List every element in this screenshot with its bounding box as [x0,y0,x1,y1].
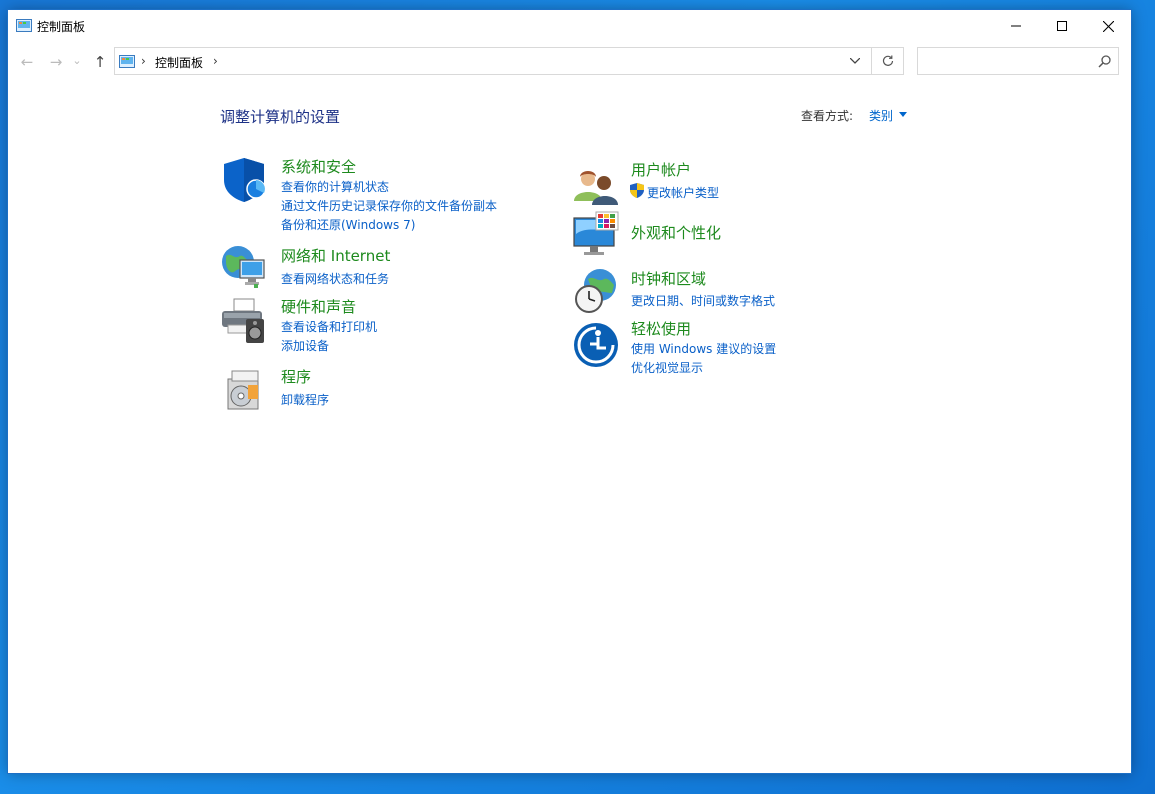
link-change-date-time-format[interactable]: 更改日期、时间或数字格式 [631,292,775,309]
view-by-label: 查看方式: [801,109,854,123]
uac-shield-icon [630,183,644,198]
category-system-security[interactable]: 系统和安全 [281,156,356,177]
link-view-computer-status[interactable]: 查看你的计算机状态 [281,178,389,195]
close-button[interactable] [1085,10,1131,42]
category-programs[interactable]: 程序 [281,366,311,387]
network-globe-icon[interactable] [220,242,268,290]
category-ease-of-access[interactable]: 轻松使用 [631,318,691,339]
link-uninstall-program[interactable]: 卸载程序 [281,391,329,408]
title-bar[interactable]: 控制面板 [8,10,1131,42]
up-button[interactable]: ↑ [90,52,110,72]
printer-speaker-icon[interactable] [220,297,268,345]
category-hardware-sound[interactable]: 硬件和声音 [281,296,356,317]
category-appearance-personalization[interactable]: 外观和个性化 [631,222,721,243]
refresh-button[interactable] [871,48,904,74]
view-by-dropdown[interactable]: 类别 [869,107,893,124]
link-backup-restore[interactable]: 备份和还原(Windows 7) [281,216,415,233]
search-input[interactable] [917,47,1119,75]
breadcrumb-separator[interactable]: › [141,54,146,68]
link-file-history-backup[interactable]: 通过文件历史记录保存你的文件备份副本 [281,197,497,214]
category-clock-region[interactable]: 时钟和区域 [631,268,706,289]
back-button[interactable]: ← [17,52,37,72]
ease-of-access-icon[interactable] [572,321,620,369]
breadcrumb-separator[interactable]: › [213,54,218,68]
refresh-icon [882,55,894,66]
chevron-down-icon [850,58,860,64]
user-accounts-icon[interactable] [572,163,620,211]
dropdown-arrow-icon[interactable] [899,112,907,117]
maximize-button[interactable] [1039,10,1085,42]
control-panel-icon [16,19,32,32]
link-add-device[interactable]: 添加设备 [281,337,329,354]
search-icon [1098,55,1111,68]
control-panel-icon [119,55,135,68]
link-change-account-type[interactable]: 更改帐户类型 [647,184,719,201]
category-network-internet[interactable]: 网络和 Internet [281,245,390,266]
category-user-accounts[interactable]: 用户帐户 [631,159,691,180]
link-windows-recommended-settings[interactable]: 使用 Windows 建议的设置 [631,340,776,357]
link-devices-printers[interactable]: 查看设备和打印机 [281,318,377,335]
address-dropdown-button[interactable] [843,48,867,74]
recent-locations-button[interactable]: ⌄ [71,50,83,70]
maximize-icon [1057,21,1067,31]
address-row: ← → ⌄ ↑ › 控制面板 › [8,42,1131,82]
programs-icon[interactable] [220,365,268,413]
page-title: 调整计算机的设置 [220,108,341,126]
link-network-status[interactable]: 查看网络状态和任务 [281,270,389,287]
clock-region-icon[interactable] [572,267,620,315]
minimize-icon [1011,25,1021,27]
window-title: 控制面板 [37,20,86,34]
address-bar[interactable]: › 控制面板 › [114,47,904,75]
minimize-button[interactable] [993,10,1039,42]
link-optimize-visual-display[interactable]: 优化视觉显示 [631,359,703,376]
forward-button[interactable]: → [46,52,66,72]
control-panel-window: 控制面板 ← → ⌄ ↑ › 控制面板 › 调整计算机的设置 查看方式: 类别 … [8,10,1131,773]
breadcrumb-control-panel[interactable]: 控制面板 [155,54,203,71]
appearance-personalization-icon[interactable] [572,210,620,258]
close-icon [1102,20,1114,32]
security-shield-icon[interactable] [220,156,268,204]
